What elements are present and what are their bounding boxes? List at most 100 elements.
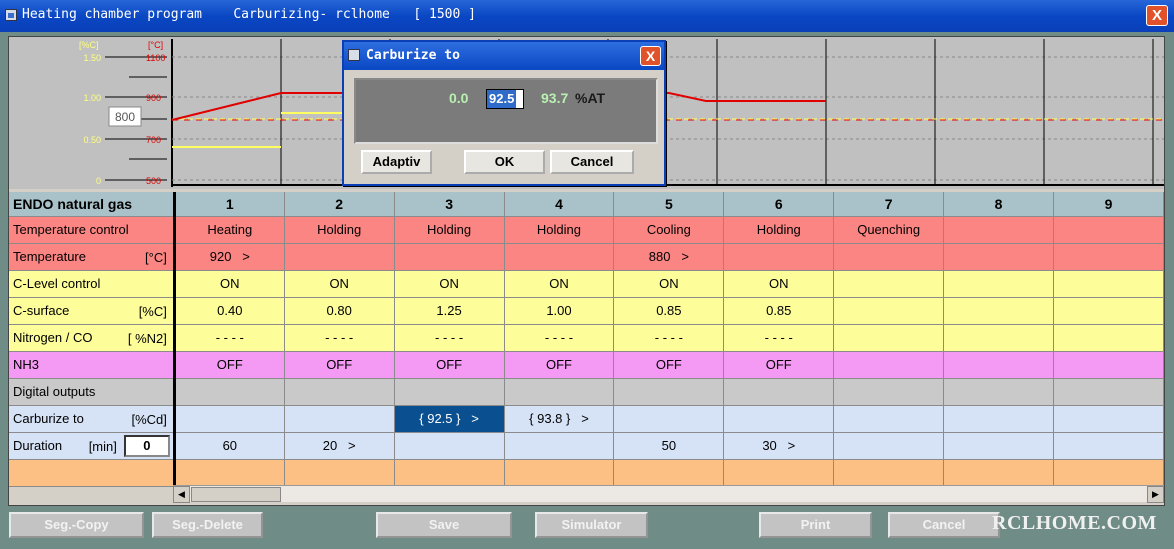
grid-cell[interactable]	[504, 459, 615, 487]
grid-cell[interactable]	[1053, 351, 1165, 379]
grid-cell[interactable]: 60	[174, 432, 285, 460]
grid-cell[interactable]	[833, 324, 945, 352]
grid-cell[interactable]	[833, 432, 945, 460]
grid-cell[interactable]	[943, 378, 1054, 406]
grid-cell[interactable]	[1053, 216, 1165, 244]
grid-cell[interactable]	[1053, 297, 1165, 325]
grid-cell[interactable]: 1.00	[504, 297, 615, 325]
grid-cell[interactable]: OFF	[174, 351, 285, 379]
close-icon[interactable]: X	[1146, 5, 1168, 26]
grid-cell[interactable]: 920 >	[174, 243, 285, 271]
grid-cell[interactable]: Holding	[394, 216, 505, 244]
grid-cell[interactable]	[1053, 459, 1165, 487]
grid-cell[interactable]	[284, 378, 395, 406]
save-button[interactable]: Save	[376, 512, 512, 538]
grid-cell[interactable]	[394, 432, 505, 460]
grid-cell[interactable]: OFF	[723, 351, 835, 379]
grid-cell[interactable]: OFF	[284, 351, 395, 379]
segment-header-1[interactable]: 1	[174, 192, 285, 217]
grid-cell[interactable]	[174, 405, 285, 433]
grid-cell[interactable]	[1053, 378, 1165, 406]
grid-cell[interactable]: { 92.5 } >	[394, 405, 505, 433]
grid-cell[interactable]	[943, 243, 1054, 271]
grid-cell[interactable]	[1053, 405, 1165, 433]
grid-cell[interactable]	[833, 378, 945, 406]
grid-cell[interactable]: Heating	[174, 216, 285, 244]
cancel-button[interactable]: Cancel	[888, 512, 1000, 538]
segment-header-9[interactable]: 9	[1053, 192, 1165, 217]
duration-input[interactable]: 0	[123, 434, 170, 457]
grid-cell[interactable]: 1.25	[394, 297, 505, 325]
grid-cell[interactable]	[943, 216, 1054, 244]
grid-cell[interactable]: ON	[284, 270, 395, 298]
grid-cell[interactable]	[613, 378, 725, 406]
grid-cell[interactable]: ON	[394, 270, 505, 298]
grid-cell[interactable]	[394, 378, 505, 406]
grid-cell[interactable]	[833, 405, 945, 433]
grid-cell[interactable]	[1053, 243, 1165, 271]
segment-header-8[interactable]: 8	[943, 192, 1054, 217]
grid-cell[interactable]: { 93.8 } >	[504, 405, 615, 433]
seg-delete-button[interactable]: Seg.-Delete	[152, 512, 263, 538]
grid-cell[interactable]	[504, 378, 615, 406]
grid-cell[interactable]	[504, 243, 615, 271]
segment-header-6[interactable]: 6	[723, 192, 835, 217]
grid-cell[interactable]	[284, 405, 395, 433]
grid-cell[interactable]	[833, 243, 945, 271]
grid-cell[interactable]	[613, 405, 725, 433]
dialog-cancel-button[interactable]: Cancel	[550, 150, 634, 174]
grid-cell[interactable]	[1053, 270, 1165, 298]
grid-cell[interactable]: 880 >	[613, 243, 725, 271]
grid-cell[interactable]	[833, 351, 945, 379]
grid-cell[interactable]: Holding	[723, 216, 835, 244]
grid-cell[interactable]	[833, 270, 945, 298]
simulator-button[interactable]: Simulator	[535, 512, 648, 538]
segment-header-5[interactable]: 5	[613, 192, 725, 217]
grid-cell[interactable]	[723, 378, 835, 406]
grid-cell[interactable]: - - - -	[394, 324, 505, 352]
grid-cell[interactable]	[284, 243, 395, 271]
grid-cell[interactable]	[943, 270, 1054, 298]
segment-header-2[interactable]: 2	[284, 192, 395, 217]
print-button[interactable]: Print	[759, 512, 872, 538]
grid-cell[interactable]: 20 >	[284, 432, 395, 460]
grid-cell[interactable]	[613, 459, 725, 487]
grid-cell[interactable]	[723, 459, 835, 487]
grid-cell[interactable]: - - - -	[723, 324, 835, 352]
scroll-left-icon[interactable]: ◀	[173, 486, 190, 503]
grid-cell[interactable]	[943, 459, 1054, 487]
grid-cell[interactable]: - - - -	[613, 324, 725, 352]
grid-cell[interactable]: Holding	[504, 216, 615, 244]
grid-cell[interactable]: Cooling	[613, 216, 725, 244]
grid-cell[interactable]	[943, 324, 1054, 352]
adaptive-button[interactable]: Adaptiv	[361, 150, 432, 174]
grid-cell[interactable]	[833, 297, 945, 325]
grid-cell[interactable]	[723, 243, 835, 271]
scroll-right-icon[interactable]: ▶	[1147, 486, 1164, 503]
grid-cell[interactable]: Quenching	[833, 216, 945, 244]
segment-header-4[interactable]: 4	[504, 192, 615, 217]
grid-cell[interactable]	[174, 378, 285, 406]
grid-cell[interactable]	[943, 432, 1054, 460]
grid-cell[interactable]	[1053, 324, 1165, 352]
grid-cell[interactable]: Holding	[284, 216, 395, 244]
segment-header-3[interactable]: 3	[394, 192, 505, 217]
grid-cell[interactable]: OFF	[394, 351, 505, 379]
grid-cell[interactable]	[284, 459, 395, 487]
grid-cell[interactable]	[723, 405, 835, 433]
grid-cell[interactable]: OFF	[613, 351, 725, 379]
segment-header-7[interactable]: 7	[833, 192, 945, 217]
grid-cell[interactable]	[504, 432, 615, 460]
grid-cell[interactable]	[1053, 432, 1165, 460]
seg-copy-button[interactable]: Seg.-Copy	[9, 512, 144, 538]
grid-cell[interactable]: 0.80	[284, 297, 395, 325]
carburize-value-input[interactable]: 92.5	[486, 89, 524, 109]
dialog-close-icon[interactable]: X	[640, 46, 661, 66]
grid-cell[interactable]: 0.85	[723, 297, 835, 325]
grid-cell[interactable]	[394, 459, 505, 487]
grid-cell[interactable]: 0.40	[174, 297, 285, 325]
grid-cell[interactable]: OFF	[504, 351, 615, 379]
ok-button[interactable]: OK	[464, 150, 545, 174]
grid-cell[interactable]: - - - -	[174, 324, 285, 352]
grid-cell[interactable]	[943, 297, 1054, 325]
